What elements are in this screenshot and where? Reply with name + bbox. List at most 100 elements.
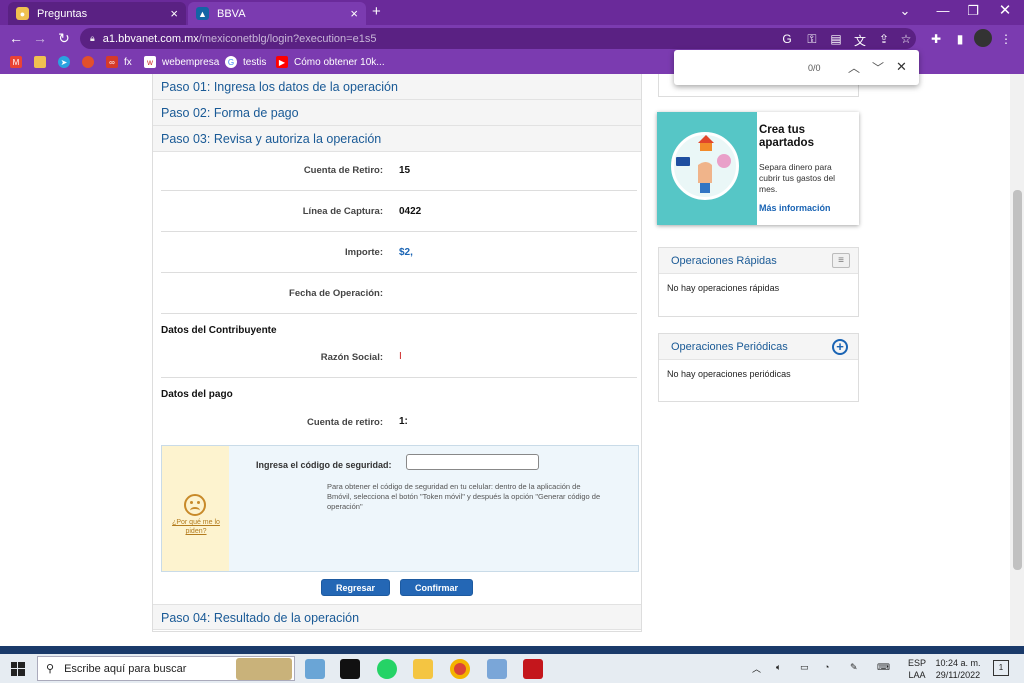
share-icon[interactable]: ⇪	[876, 32, 892, 46]
step-4-header[interactable]: Paso 04: Resultado de la operación	[153, 604, 641, 630]
taskbar-acrobat-icon[interactable]	[523, 659, 543, 679]
promo-banner[interactable]: Crea tus apartados Separa dinero para cu…	[657, 112, 859, 225]
taskbar-search-input[interactable]: ⚲ Escribe aquí para buscar	[37, 656, 295, 681]
periodic-ops-empty: No hay operaciones periódicas	[667, 369, 791, 379]
fecha-operacion-label: Fecha de Operación:	[289, 288, 383, 299]
bookmark-telegram[interactable]: ➤	[58, 56, 76, 68]
tab-preguntas[interactable]: ● Preguntas ×	[8, 2, 186, 25]
taskbar-chrome-icon[interactable]	[450, 659, 470, 679]
clock-date: 29/11/2022	[935, 670, 981, 680]
add-circle-icon[interactable]: +	[832, 339, 848, 355]
periodic-ops-box: Operaciones Periódicas + No hay operacio…	[658, 333, 859, 402]
confirm-button[interactable]: Confirmar	[400, 579, 473, 596]
security-code-label: Ingresa el código de seguridad:	[256, 460, 392, 470]
find-input[interactable]	[682, 58, 802, 76]
step-3-header[interactable]: Paso 03: Revisa y autoriza la operación	[153, 126, 641, 152]
avatar[interactable]	[974, 29, 992, 47]
find-bar: 0/0 ︿ ﹀ ✕	[674, 50, 919, 85]
quick-ops-empty: No hay operaciones rápidas	[667, 283, 780, 293]
windows-start-icon[interactable]	[11, 662, 25, 676]
scrollbar-thumb[interactable]	[1013, 190, 1022, 570]
close-icon[interactable]: ×	[170, 6, 178, 21]
clock[interactable]: 10:24 a. m. 29/11/2022	[932, 657, 984, 681]
list-menu-icon[interactable]: ≡	[832, 253, 850, 268]
restore-button[interactable]: ❐	[958, 3, 988, 19]
bookmark-sandwich[interactable]	[34, 56, 52, 68]
volume-icon[interactable]: 🔈︎	[776, 662, 781, 673]
bookmark-testis[interactable]: Gtestis	[225, 56, 266, 68]
google-icon[interactable]: G	[779, 32, 795, 46]
razon-social-value: I	[399, 351, 402, 362]
taskbar-whatsapp-icon[interactable]	[377, 659, 397, 679]
bookmark-gmail[interactable]: M	[10, 56, 28, 68]
divider	[161, 313, 637, 314]
cuenta-retiro2-value: 1:	[399, 416, 408, 427]
menu-icon[interactable]: ⋮	[998, 32, 1014, 46]
promo-link[interactable]: Más información	[759, 203, 831, 213]
close-window-button[interactable]: ✕	[990, 1, 1020, 19]
why-link[interactable]: ¿Por qué me lo piden?	[168, 518, 224, 536]
battery-icon[interactable]: ▭	[800, 662, 809, 673]
url-host: a1.bbvanet.com.mx	[102, 32, 199, 45]
link-icon: ∞	[106, 56, 118, 68]
promo-body: Separa dinero para cubrir tus gastos del…	[759, 162, 836, 194]
security-code-input[interactable]	[406, 454, 539, 470]
tray-chevron-icon[interactable]: ︿	[752, 662, 761, 675]
forward-arrow-icon[interactable]: →	[30, 30, 50, 46]
search-icon: ⚲	[46, 663, 55, 675]
minimize-button[interactable]: —	[928, 3, 958, 18]
find-prev-icon[interactable]: ︿	[848, 59, 860, 76]
piggy-bank-illustration	[671, 132, 739, 200]
new-tab-button[interactable]: +	[372, 3, 381, 20]
back-arrow-icon[interactable]: ←	[6, 30, 26, 46]
taskbar-weather-icon[interactable]	[305, 659, 325, 679]
leopard-highlight-image	[236, 658, 292, 680]
language-indicator[interactable]: ESP LAA	[908, 657, 926, 681]
tab-bbva[interactable]: ▲ BBVA ×	[188, 2, 366, 25]
bookmark-webempresa[interactable]: w webempresa	[144, 56, 219, 68]
translate-icon[interactable]: 文	[852, 32, 868, 49]
telegram-icon: ➤	[58, 56, 70, 68]
divider	[161, 231, 637, 232]
quick-ops-title: Operaciones Rápidas	[671, 255, 777, 267]
lock-icon: 🔒︎	[90, 33, 95, 43]
tab-title: BBVA	[217, 7, 246, 20]
taskbar-tradingview-icon[interactable]	[340, 659, 360, 679]
divider	[161, 377, 637, 378]
tab-bar: ● Preguntas × ▲ BBVA × + ⌄ — ❐ ✕	[0, 0, 1024, 25]
key-icon[interactable]: ⚿	[804, 32, 820, 47]
contribuyente-title: Datos del Contribuyente	[161, 325, 277, 336]
bbva-logo-icon: ▲	[196, 7, 209, 20]
taskbar-paint-icon[interactable]	[487, 659, 507, 679]
extensions-icon[interactable]: ✚	[928, 32, 944, 46]
page-icon[interactable]: ▤	[828, 32, 844, 46]
bookmark-youtube[interactable]: ▶ Cómo obtener 10k...	[276, 56, 385, 68]
taskbar-explorer-icon[interactable]	[413, 659, 433, 679]
sad-face-icon	[184, 494, 206, 516]
gmail-icon: M	[10, 56, 22, 68]
bookmark-fire[interactable]	[82, 56, 100, 68]
divider	[161, 190, 637, 191]
find-next-icon[interactable]: ﹀	[872, 59, 884, 76]
periodic-ops-title: Operaciones Periódicas	[671, 341, 788, 353]
find-close-icon[interactable]: ✕	[896, 59, 907, 75]
notification-icon[interactable]: 1	[993, 660, 1009, 676]
fire-icon	[82, 56, 94, 68]
star-icon[interactable]: ☆	[898, 32, 914, 46]
quick-ops-header: Operaciones Rápidas ≡	[659, 248, 858, 274]
bookmark-fx[interactable]: ∞ fx	[106, 56, 132, 68]
sidepanel-icon[interactable]: ▮	[952, 32, 968, 46]
security-help-text: Para obtener el código de seguridad en t…	[327, 482, 601, 511]
back-button[interactable]: Regresar	[321, 579, 390, 596]
pen-icon[interactable]: ✎	[850, 662, 858, 673]
step-2-header[interactable]: Paso 02: Forma de pago	[153, 100, 641, 126]
page-content: Paso 01: Ingresa los datos de la operaci…	[0, 74, 1024, 646]
razon-social-label: Razón Social:	[320, 352, 383, 363]
security-code-box: ¿Por qué me lo piden? Ingresa el código …	[161, 445, 639, 572]
keyboard-icon[interactable]: ⌨	[877, 662, 890, 673]
tab-search-icon[interactable]: ⌄	[890, 3, 920, 19]
wifi-icon[interactable]: ◔	[824, 662, 829, 672]
close-icon[interactable]: ×	[350, 6, 358, 21]
step-1-header[interactable]: Paso 01: Ingresa los datos de la operaci…	[153, 74, 641, 100]
reload-icon[interactable]: ↻	[54, 30, 74, 47]
